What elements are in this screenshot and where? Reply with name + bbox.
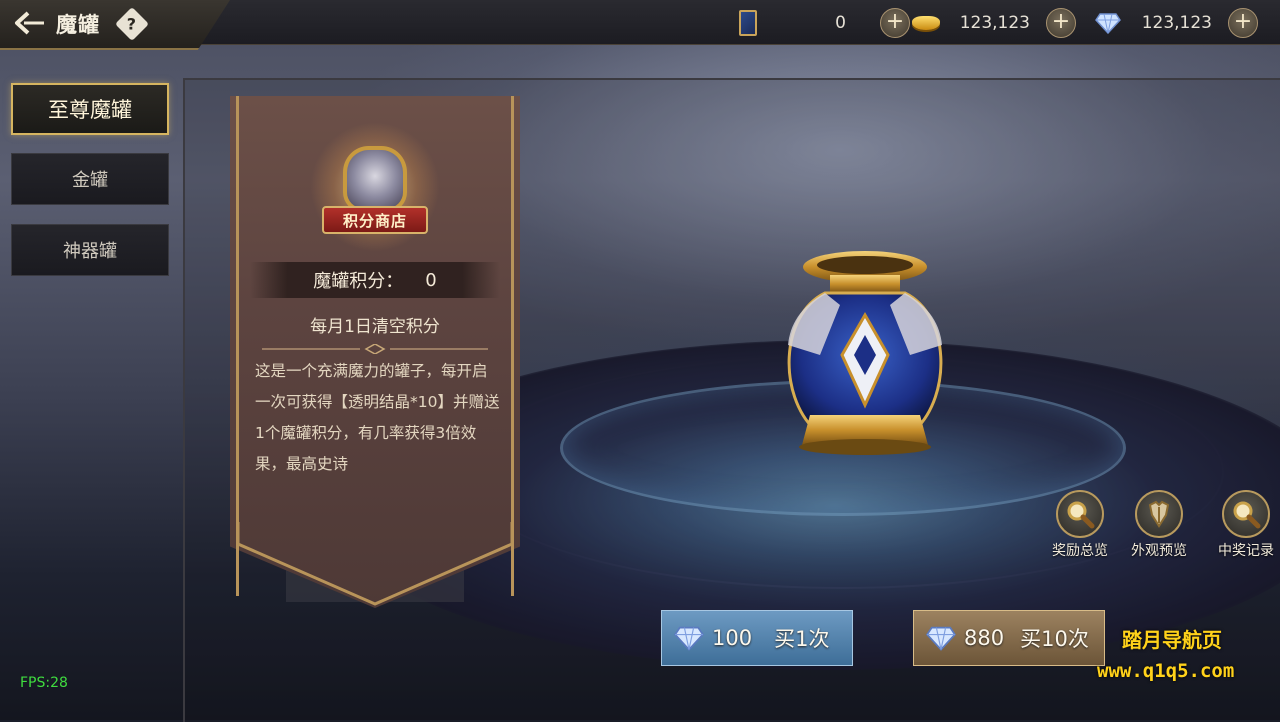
buy-once-button[interactable]: 100 买1次 — [661, 610, 853, 666]
diamond-icon — [674, 625, 704, 651]
points-value: 0 — [425, 269, 437, 291]
tab-gold-jar[interactable]: 金罐 — [11, 153, 169, 205]
back-arrow-icon — [15, 11, 44, 35]
jar-description: 这是一个充满魔力的罐子，每开启一次可获得【透明结晶*10】并赠送1个魔罐积分，有… — [255, 362, 500, 473]
diamond-icon — [926, 625, 956, 651]
points-label: 魔罐积分： — [313, 271, 404, 292]
reward-overview-label: 奖励总览 — [1052, 543, 1108, 559]
add-gold-button[interactable]: + — [1046, 8, 1076, 38]
points-row: 魔罐积分： 0 — [250, 262, 500, 298]
gold-ingot-icon — [912, 9, 940, 37]
currency-gold: 123,123 + — [912, 8, 1076, 38]
back-button[interactable] — [12, 8, 48, 38]
winning-records-button[interactable]: 中奖记录 — [1206, 490, 1280, 560]
watermark-url: www.q1q5.com — [1097, 660, 1235, 682]
jar-emblem-icon — [343, 146, 407, 212]
points-shop-label: 积分商店 — [322, 206, 428, 234]
magnifier-icon — [1222, 490, 1270, 538]
appearance-preview-label: 外观预览 — [1131, 543, 1187, 559]
ticket-count: 0 — [835, 13, 846, 33]
tab-supreme-jar[interactable]: 至尊魔罐 — [11, 83, 169, 135]
reward-overview-button[interactable]: 奖励总览 — [1040, 490, 1120, 560]
buy-ten-cost: 880 — [964, 626, 1005, 650]
ornament-divider — [262, 344, 488, 354]
tab-artifact-jar[interactable]: 神器罐 — [11, 224, 169, 276]
ticket-icon — [734, 9, 762, 37]
info-banner-tip — [237, 522, 513, 606]
page-title: 魔罐 — [56, 13, 100, 37]
watermark-name: 踏月导航页 — [1122, 628, 1222, 652]
appearance-preview-button[interactable]: 外观预览 — [1119, 490, 1199, 560]
add-diamond-button[interactable]: + — [1228, 8, 1258, 38]
currency-ticket: 0 + — [734, 8, 910, 38]
currency-diamond: 123,123 + — [1094, 8, 1258, 38]
diamond-count: 123,123 — [1141, 13, 1212, 33]
gold-count: 123,123 — [959, 13, 1030, 33]
magnifier-icon — [1056, 490, 1104, 538]
winning-records-label: 中奖记录 — [1218, 543, 1274, 559]
buy-ten-label: 买10次 — [1020, 627, 1089, 651]
reset-note: 每月1日清空积分 — [310, 317, 440, 337]
fps-counter: FPS:28 — [20, 675, 68, 691]
buy-once-cost: 100 — [712, 626, 753, 650]
buy-ten-button[interactable]: 880 买10次 — [913, 610, 1105, 666]
add-ticket-button[interactable]: + — [880, 8, 910, 38]
diamond-icon — [1094, 9, 1122, 37]
magic-jar[interactable] — [770, 245, 960, 460]
armor-icon — [1135, 490, 1183, 538]
buy-once-label: 买1次 — [774, 627, 830, 651]
